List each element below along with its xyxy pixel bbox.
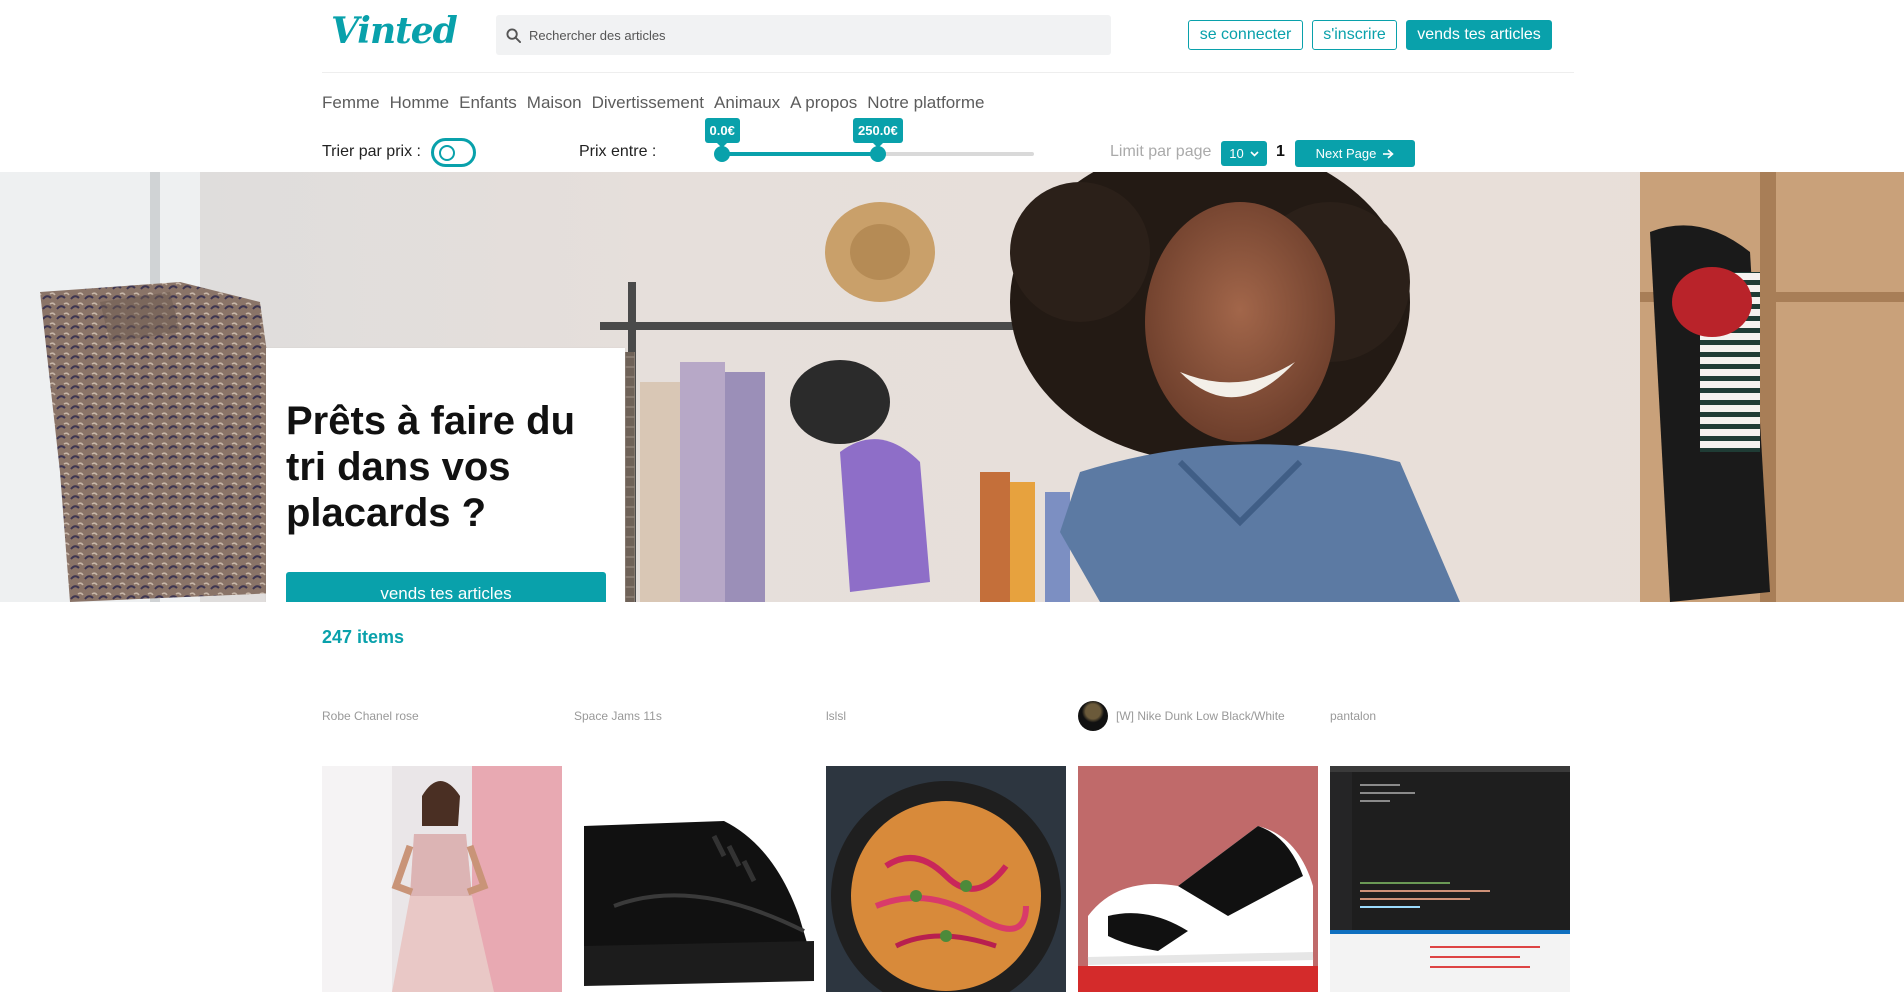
- price-min-badge: 0.0€: [704, 118, 740, 148]
- item-title: Space Jams 11s: [574, 709, 662, 723]
- item-title: lslsl: [826, 709, 846, 723]
- item-photo[interactable]: [826, 766, 1066, 992]
- limit-per-page-label: Limit par page: [1110, 143, 1212, 160]
- item-title: pantalon: [1330, 709, 1377, 723]
- next-page-label: Next Page: [1315, 146, 1377, 161]
- next-page-button[interactable]: Next Page: [1295, 140, 1415, 167]
- sort-by-price-toggle[interactable]: [431, 138, 476, 167]
- search-icon: [506, 27, 521, 43]
- price-max-badge: 250.0€: [853, 118, 903, 148]
- item-caption: Robe Chanel rose: [322, 700, 419, 732]
- arrow-right-icon: [1383, 148, 1395, 159]
- login-button[interactable]: se connecter: [1188, 20, 1303, 50]
- item-photo[interactable]: [1078, 766, 1318, 992]
- item-title: [W] Nike Dunk Low Black/White: [1116, 709, 1285, 723]
- category-nav: Femme Homme Enfants Maison Divertissemen…: [322, 93, 984, 113]
- item-card[interactable]: lslsl: [826, 700, 1066, 992]
- hero-title: Prêts à faire du tri dans vos placards ?: [286, 399, 576, 535]
- limit-value: 10: [1229, 146, 1244, 161]
- nav-item-animaux[interactable]: Animaux: [714, 93, 780, 113]
- hero-sell-button[interactable]: vends tes articles: [286, 572, 606, 602]
- item-caption: lslsl: [826, 700, 846, 732]
- item-photo[interactable]: [322, 766, 562, 992]
- sort-by-price-label: Trier par prix :: [322, 143, 421, 160]
- nav-item-a-propos[interactable]: A propos: [790, 93, 857, 113]
- price-min-handle[interactable]: [714, 146, 730, 162]
- header-divider: [322, 72, 1574, 73]
- chevron-down-icon: [1250, 150, 1259, 157]
- limit-per-page-select[interactable]: 10: [1221, 141, 1267, 166]
- item-caption: Space Jams 11s: [574, 700, 662, 732]
- item-caption: [W] Nike Dunk Low Black/White: [1078, 700, 1285, 732]
- nav-item-femme[interactable]: Femme: [322, 93, 380, 113]
- nav-item-homme[interactable]: Homme: [390, 93, 450, 113]
- current-page-number: 1: [1276, 143, 1285, 160]
- nav-item-maison[interactable]: Maison: [527, 93, 582, 113]
- nav-item-divertissement[interactable]: Divertissement: [592, 93, 704, 113]
- signup-button[interactable]: s'inscrire: [1312, 20, 1397, 50]
- price-range-fill: [722, 152, 878, 156]
- search-input[interactable]: [529, 27, 1089, 43]
- item-title: Robe Chanel rose: [322, 709, 419, 723]
- seller-avatar[interactable]: [1078, 701, 1108, 731]
- item-card[interactable]: Space Jams 11s: [574, 700, 814, 992]
- item-card[interactable]: Robe Chanel rose: [322, 700, 562, 992]
- item-photo[interactable]: [574, 766, 814, 992]
- nav-item-enfants[interactable]: Enfants: [459, 93, 517, 113]
- price-range-label: Prix entre :: [579, 143, 657, 160]
- vinted-logo[interactable]: Vinted: [331, 10, 458, 52]
- price-max-handle[interactable]: [870, 146, 886, 162]
- hero-banner: Prêts à faire du tri dans vos placards ?…: [0, 172, 1904, 602]
- nav-item-notre-platforme[interactable]: Notre platforme: [867, 93, 984, 113]
- item-card[interactable]: pantalon: [1330, 700, 1570, 992]
- sell-items-button[interactable]: vends tes articles: [1406, 20, 1552, 50]
- item-card[interactable]: [W] Nike Dunk Low Black/White: [1078, 700, 1318, 992]
- item-photo[interactable]: [1330, 766, 1570, 992]
- toggle-knob: [439, 145, 455, 161]
- items-count: 247 items: [322, 627, 405, 647]
- search-bar[interactable]: [496, 15, 1111, 55]
- hero-card: Prêts à faire du tri dans vos placards ?…: [266, 348, 625, 602]
- item-caption: pantalon: [1330, 700, 1376, 732]
